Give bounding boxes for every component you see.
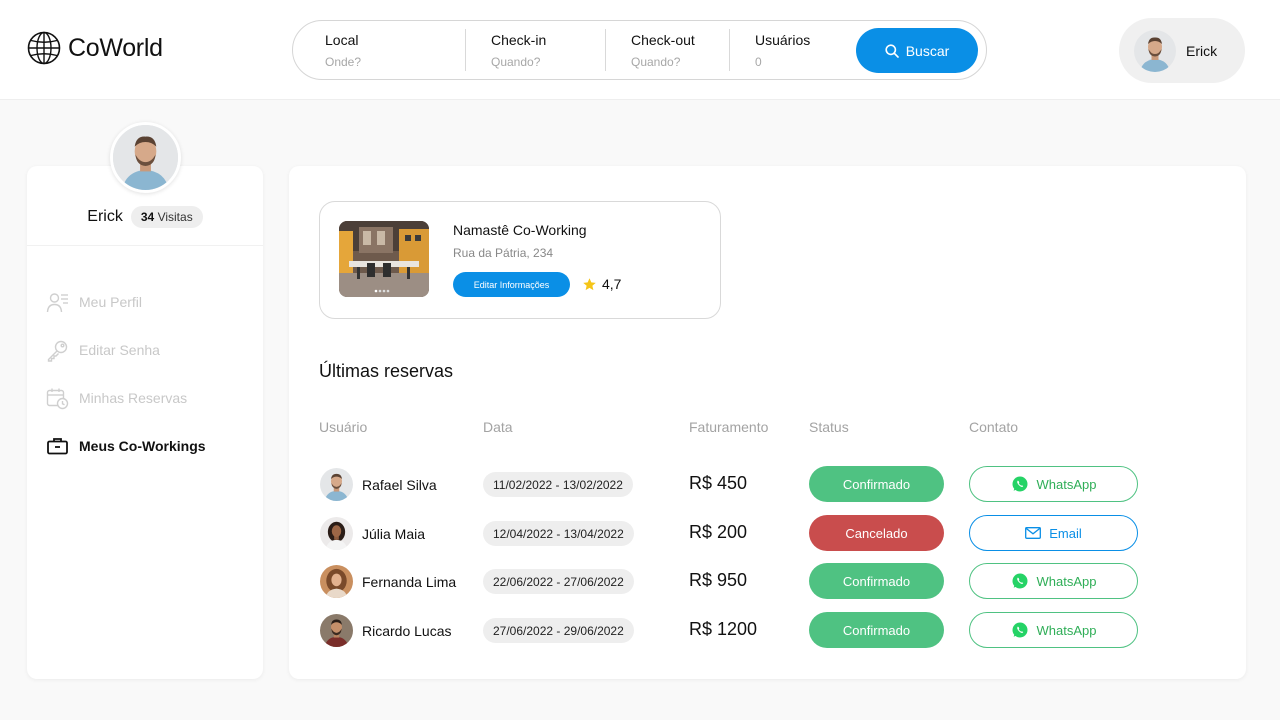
main-panel: Namastê Co-Working Rua da Pátria, 234 Ed… [289,166,1246,679]
coworking-address: Rua da Pátria, 234 [453,246,554,260]
user-name: Erick [1186,42,1218,59]
whatsapp-button[interactable]: WhatsApp [969,563,1138,599]
row-amount: R$ 200 [689,522,748,542]
coworking-name: Namastê Co-Working [453,222,587,238]
sidebar-item-label: Meus Co-Workings [79,438,206,454]
search-field-placeholder: Quando? [631,55,681,69]
whatsapp-button[interactable]: WhatsApp [969,612,1138,648]
row-date-badge: 22/06/2022 - 27/06/2022 [483,569,634,594]
brand-name: CoWorld [68,33,163,62]
table-row: Fernanda Lima 22/06/2022 - 27/06/2022 R$… [289,558,1246,606]
user-profile-icon [46,291,69,314]
avatar [320,468,353,501]
row-user-name: Ricardo Lucas [362,623,452,639]
sidebar-menu: Meu Perfil Editar Senha Minhas Reservas … [46,278,206,470]
avatar [1134,29,1176,72]
search-field-placeholder: Onde? [325,55,362,69]
coworking-rating: 4,7 [582,276,621,292]
brand-logo[interactable]: CoWorld [27,31,163,65]
row-date-badge: 12/04/2022 - 13/04/2022 [483,521,634,546]
table-row: Rafael Silva 11/02/2022 - 13/02/2022 R$ … [289,461,1246,509]
row-amount: R$ 950 [689,570,748,590]
whatsapp-icon [1012,476,1027,492]
column-header-data: Data [483,419,513,435]
search-field-label: Usuários [755,32,811,48]
section-title: Últimas reservas [319,361,454,381]
row-user-name: Rafael Silva [362,477,437,493]
search-field-checkin[interactable]: Check-in Quando? [491,32,546,69]
status-badge: Confirmado [809,466,944,502]
whatsapp-button[interactable]: WhatsApp [969,466,1138,502]
search-divider [605,29,606,71]
profile-header: Erick 34 Visitas [27,206,263,228]
search-field-placeholder: 0 [755,55,762,69]
globe-icon [27,31,61,65]
search-field-local[interactable]: Local Onde? [325,32,361,69]
profile-name: Erick [87,208,123,225]
whatsapp-icon [1012,622,1027,638]
visits-badge: 34 Visitas [130,206,203,228]
sidebar-item-label: Meu Perfil [79,294,143,310]
status-badge: Confirmado [809,612,944,648]
edit-info-button[interactable]: Editar Informações [453,272,570,297]
search-divider [465,29,466,71]
row-amount: R$ 450 [689,473,748,493]
profile-avatar [110,122,181,193]
search-field-label: Local [325,32,359,48]
sidebar-item-editar-senha[interactable]: Editar Senha [46,326,206,374]
mail-icon [1025,527,1042,539]
search-field-users[interactable]: Usuários 0 [755,32,810,69]
search-icon [885,43,899,58]
table-row: Ricardo Lucas 27/06/2022 - 29/06/2022 R$… [289,607,1246,655]
sidebar-item-meus-co-workings[interactable]: Meus Co-Workings [46,422,206,470]
visits-count: 34 [140,210,155,224]
column-header-status: Status [809,419,849,435]
table-row: Júlia Maia 12/04/2022 - 13/04/2022 R$ 20… [289,510,1246,558]
status-badge: Cancelado [809,515,944,551]
contact-label: Email [1049,525,1082,541]
avatar [320,517,353,550]
sidebar-item-label: Editar Senha [79,342,160,358]
avatar [320,614,353,647]
star-icon [583,277,596,290]
visits-label: Visitas [157,210,193,224]
row-amount: R$ 1200 [689,619,758,639]
search-field-checkout[interactable]: Check-out Quando? [631,32,695,69]
sidebar-item-label: Minhas Reservas [79,390,188,406]
search-field-placeholder: Quando? [491,55,541,69]
contact-label: WhatsApp [1036,622,1097,638]
search-field-label: Check-out [631,32,695,48]
search-divider [729,29,730,71]
row-user-name: Júlia Maia [362,526,426,542]
row-date-badge: 11/02/2022 - 13/02/2022 [483,472,633,497]
email-button[interactable]: Email [969,515,1138,551]
sidebar-item-minhas-reservas[interactable]: Minhas Reservas [46,374,206,422]
whatsapp-icon [1012,573,1027,589]
calendar-clock-icon [46,387,69,410]
row-date-badge: 27/06/2022 - 29/06/2022 [483,618,634,643]
status-badge: Confirmado [809,563,944,599]
sidebar-divider [27,245,263,246]
avatar [320,565,353,598]
search-button[interactable]: Buscar [856,28,978,73]
search-field-label: Check-in [491,32,547,48]
search-button-label: Buscar [905,42,950,59]
top-header: CoWorld Local Onde? Check-in Quando? Che… [0,0,1280,100]
coworking-photo[interactable] [339,221,429,297]
column-header-usuario: Usuário [319,419,368,435]
column-header-faturamento: Faturamento [689,419,769,435]
row-user-name: Fernanda Lima [362,574,457,590]
briefcase-icon [46,435,69,458]
sidebar-item-meu-perfil[interactable]: Meu Perfil [46,278,206,326]
contact-label: WhatsApp [1036,573,1097,589]
sidebar: Erick 34 Visitas Meu Perfil Editar Senha… [27,166,263,679]
rating-value: 4,7 [602,276,622,292]
column-header-contato: Contato [969,419,1019,435]
key-icon [46,339,69,362]
search-bar: Local Onde? Check-in Quando? Check-out Q… [292,20,987,80]
user-menu-button[interactable]: Erick [1119,18,1245,83]
contact-label: WhatsApp [1036,476,1097,492]
coworking-card: Namastê Co-Working Rua da Pátria, 234 Ed… [319,201,721,319]
